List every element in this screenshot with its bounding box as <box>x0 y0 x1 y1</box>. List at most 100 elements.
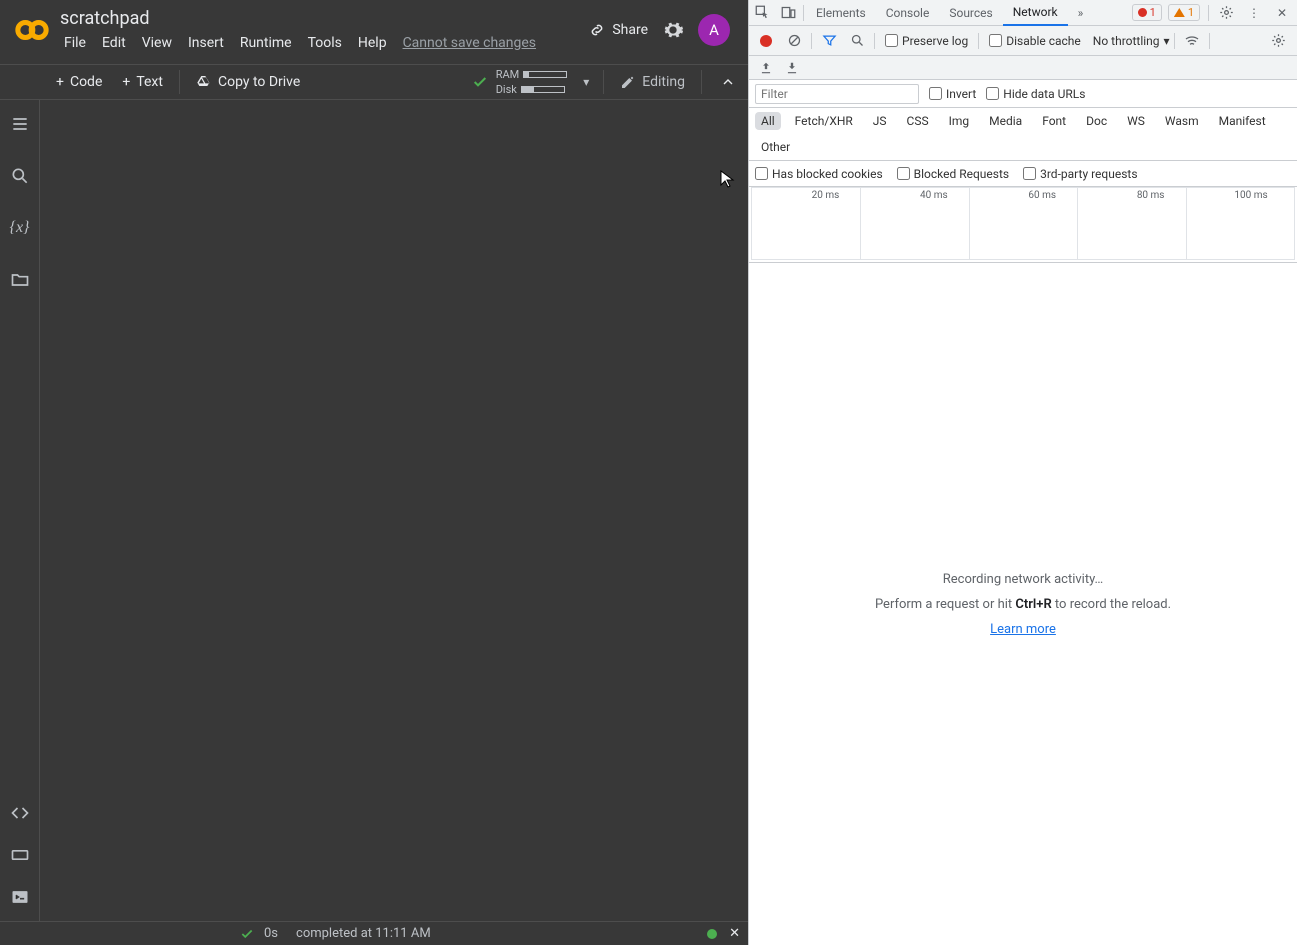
colab-app: scratchpad File Edit View Insert Runtime… <box>0 0 748 945</box>
tl-label: 40 ms <box>920 190 948 201</box>
search-button[interactable] <box>8 164 32 188</box>
code-snippets-button[interactable] <box>8 801 32 825</box>
files-button[interactable] <box>8 268 32 292</box>
type-filter-img[interactable]: Img <box>943 112 976 130</box>
record-icon <box>760 35 772 47</box>
warnings-count: 1 <box>1188 6 1194 19</box>
tab-more[interactable]: » <box>1068 0 1094 26</box>
blocked-cookies-checkbox[interactable]: Has blocked cookies <box>755 167 883 181</box>
tab-sources[interactable]: Sources <box>939 0 1002 26</box>
search-button[interactable] <box>844 28 870 54</box>
device-icon <box>781 5 796 20</box>
hint-kbd: Ctrl+R <box>1015 597 1051 612</box>
type-filter-other[interactable]: Other <box>755 138 796 156</box>
request-filters-bar: Has blocked cookies Blocked Requests 3rd… <box>749 161 1297 187</box>
devtools-menu-button[interactable]: ⋮ <box>1241 0 1267 26</box>
disable-cache-label: Disable cache <box>1006 34 1081 48</box>
colab-body: {x} <box>0 100 748 921</box>
type-filter-css[interactable]: CSS <box>901 112 935 130</box>
type-filter-ws[interactable]: WS <box>1121 112 1151 130</box>
blocked-requests-checkbox[interactable]: Blocked Requests <box>897 167 1009 181</box>
hide-data-urls-checkbox[interactable]: Hide data URLs <box>986 87 1085 101</box>
import-har-button[interactable] <box>759 61 773 75</box>
devtools-settings-button[interactable] <box>1213 0 1239 26</box>
type-filter-doc[interactable]: Doc <box>1080 112 1113 130</box>
add-code-button[interactable]: + Code <box>46 70 112 94</box>
menu-file[interactable]: File <box>56 31 94 55</box>
preserve-log-checkbox[interactable]: Preserve log <box>885 34 968 48</box>
variables-button[interactable]: {x} <box>8 216 32 240</box>
filter-input[interactable] <box>755 84 919 104</box>
chevron-down-icon: ▾ <box>1164 34 1170 48</box>
separator <box>811 33 812 49</box>
toc-button[interactable] <box>8 112 32 136</box>
learn-more-link[interactable]: Learn more <box>990 622 1056 637</box>
collapse-header-button[interactable] <box>708 74 748 90</box>
type-filter-font[interactable]: Font <box>1036 112 1072 130</box>
filter-toggle-button[interactable] <box>816 28 842 54</box>
list-icon <box>10 114 30 134</box>
menu-insert[interactable]: Insert <box>180 31 232 55</box>
status-close-button[interactable]: ✕ <box>729 926 740 941</box>
editing-mode-button[interactable]: Editing <box>610 74 695 90</box>
record-button[interactable] <box>753 28 779 54</box>
connection-status-dot[interactable] <box>707 929 717 939</box>
settings-button[interactable] <box>662 19 684 41</box>
plus-icon: + <box>56 74 64 90</box>
resource-monitor[interactable]: RAM Disk ▾ <box>472 68 598 96</box>
ram-bar <box>523 71 567 78</box>
blocked-cookies-label: Has blocked cookies <box>772 167 883 181</box>
blocked-requests-label: Blocked Requests <box>914 167 1009 181</box>
type-filter-media[interactable]: Media <box>983 112 1028 130</box>
type-filter-all[interactable]: All <box>755 112 781 130</box>
add-code-label: Code <box>70 74 102 90</box>
third-party-checkbox[interactable]: 3rd-party requests <box>1023 167 1137 181</box>
colab-logo[interactable] <box>12 10 52 50</box>
clear-icon <box>787 33 802 48</box>
warnings-badge[interactable]: 1 <box>1168 4 1200 21</box>
terminal-button[interactable] <box>8 885 32 909</box>
clear-button[interactable] <box>781 28 807 54</box>
separator <box>1174 33 1175 49</box>
status-message: completed at 11:11 AM <box>296 926 431 941</box>
download-icon <box>785 61 799 75</box>
device-toggle-button[interactable] <box>775 0 801 26</box>
menu-edit[interactable]: Edit <box>94 31 134 55</box>
resource-dropdown[interactable]: ▾ <box>583 75 589 89</box>
menu-bar: File Edit View Insert Runtime Tools Help… <box>56 31 588 55</box>
share-button[interactable]: Share <box>588 21 648 39</box>
menu-help[interactable]: Help <box>350 31 395 55</box>
type-filter-wasm[interactable]: Wasm <box>1159 112 1205 130</box>
menu-tools[interactable]: Tools <box>300 31 350 55</box>
avatar[interactable]: A <box>698 14 730 46</box>
network-settings-button[interactable] <box>1265 28 1291 54</box>
devtools-panel: Elements Console Sources Network » 1 1 ⋮… <box>748 0 1297 945</box>
tab-elements[interactable]: Elements <box>806 0 876 26</box>
disable-cache-checkbox[interactable]: Disable cache <box>989 34 1081 48</box>
upload-icon <box>759 61 773 75</box>
inspect-element-button[interactable] <box>749 0 775 26</box>
terminal-icon <box>10 887 30 907</box>
menu-runtime[interactable]: Runtime <box>232 31 300 55</box>
notebook-canvas[interactable] <box>40 100 748 921</box>
network-conditions-button[interactable] <box>1179 28 1205 54</box>
type-filter-js[interactable]: JS <box>867 112 893 130</box>
add-text-button[interactable]: +Text <box>112 70 173 94</box>
network-timeline[interactable]: 20 ms 40 ms 60 ms 80 ms 100 ms <box>749 187 1297 263</box>
export-har-button[interactable] <box>785 61 799 75</box>
copy-to-drive-button[interactable]: Copy to Drive <box>186 70 310 94</box>
errors-badge[interactable]: 1 <box>1132 4 1162 21</box>
devtools-close-button[interactable]: ✕ <box>1269 0 1295 26</box>
invert-checkbox[interactable]: Invert <box>929 87 976 101</box>
throttling-dropdown[interactable]: No throttling▾ <box>1093 34 1170 48</box>
tab-network[interactable]: Network <box>1003 0 1068 26</box>
tl-label: 60 ms <box>1028 190 1056 201</box>
tab-console[interactable]: Console <box>876 0 940 26</box>
type-filter-manifest[interactable]: Manifest <box>1213 112 1272 130</box>
menu-cannot-save[interactable]: Cannot save changes <box>395 31 544 55</box>
resource-type-filters: All Fetch/XHR JS CSS Img Media Font Doc … <box>749 108 1297 161</box>
type-filter-fetch-xhr[interactable]: Fetch/XHR <box>789 112 859 130</box>
document-title[interactable]: scratchpad <box>56 4 588 31</box>
command-palette-button[interactable] <box>8 843 32 867</box>
menu-view[interactable]: View <box>134 31 180 55</box>
